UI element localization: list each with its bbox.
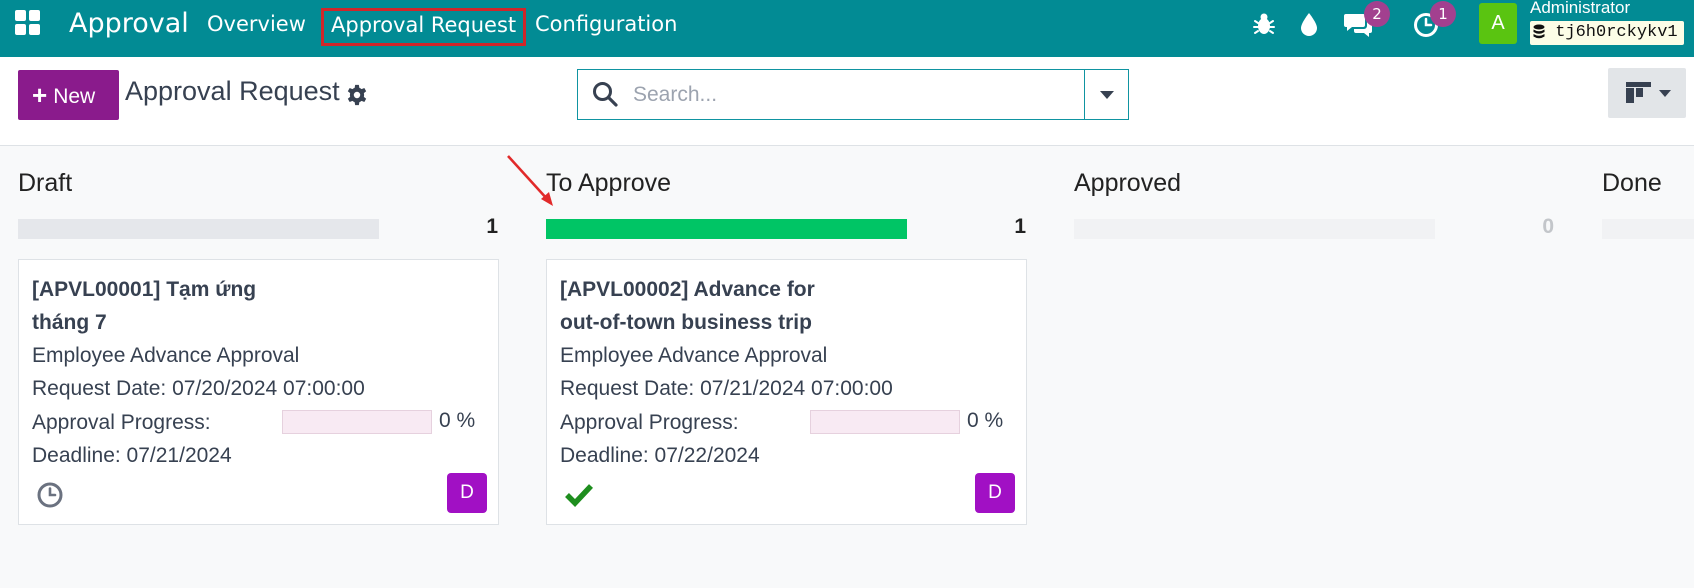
- menu-overview[interactable]: Overview: [207, 12, 306, 36]
- card-request-date: Request Date: 07/20/2024 07:00:00: [32, 377, 365, 400]
- card-assignee-avatar[interactable]: D: [447, 473, 487, 513]
- card-title-line1: [APVL00001] Tạm ứng: [32, 278, 257, 301]
- column-progress-to-approve[interactable]: [546, 219, 907, 239]
- column-progress-approved[interactable]: [1074, 219, 1435, 239]
- gear-icon[interactable]: [346, 84, 368, 106]
- column-progress-fill: [546, 219, 907, 239]
- new-button[interactable]: + New: [18, 70, 119, 120]
- column-title-done: Done: [1602, 169, 1662, 197]
- control-panel: + New Approval Request: [0, 57, 1694, 146]
- column-title-to-approve: To Approve: [546, 169, 672, 197]
- search-options-toggle[interactable]: [1084, 70, 1128, 119]
- search-input[interactable]: [633, 77, 1053, 112]
- plus-icon: +: [32, 80, 48, 110]
- new-button-label: New: [53, 85, 96, 108]
- card-title-line2: out-of-town business trip: [560, 311, 812, 334]
- database-icon: [1533, 24, 1545, 39]
- check-icon: [565, 484, 594, 507]
- kanban-view-icon: [1626, 82, 1651, 103]
- kanban-card[interactable]: [APVL00002] Advance for out-of-town busi…: [546, 259, 1027, 525]
- search-icon: [593, 82, 618, 107]
- card-progress-percent: 0 %: [439, 409, 476, 432]
- menu-configuration[interactable]: Configuration: [535, 12, 677, 36]
- card-title: [APVL00002] Advance for out-of-town busi…: [560, 273, 870, 339]
- card-title-line2: tháng 7: [32, 311, 107, 334]
- column-count-to-approve: 1: [1014, 215, 1026, 238]
- card-title: [APVL00001] Tạm ứng tháng 7: [32, 273, 342, 339]
- card-progress-percent: 0 %: [967, 409, 1004, 432]
- database-name-text: tj6h0rckykv1: [1555, 23, 1678, 42]
- clock-icon[interactable]: [36, 481, 64, 509]
- user-name[interactable]: Administrator: [1530, 0, 1630, 18]
- card-category: Employee Advance Approval: [32, 344, 300, 367]
- column-progress-draft[interactable]: [18, 219, 379, 239]
- activities-count-badge: 1: [1430, 1, 1456, 27]
- card-category: Employee Advance Approval: [560, 344, 828, 367]
- top-navbar: Approval Overview Approval Request Confi…: [0, 0, 1694, 57]
- app-name[interactable]: Approval: [69, 8, 189, 39]
- color-drop-icon[interactable]: [1299, 12, 1319, 36]
- search-bar: [577, 69, 1129, 120]
- card-request-date: Request Date: 07/21/2024 07:00:00: [560, 377, 893, 400]
- column-progress-done[interactable]: [1602, 219, 1694, 239]
- column-title-draft: Draft: [18, 169, 73, 197]
- card-assignee-avatar[interactable]: D: [975, 473, 1015, 513]
- messages-count-badge: 2: [1364, 1, 1390, 27]
- kanban-card[interactable]: [APVL00001] Tạm ứng tháng 7 Employee Adv…: [18, 259, 499, 525]
- card-title-line1: [APVL00002] Advance for: [560, 278, 815, 301]
- column-count-approved: 0: [1542, 215, 1554, 238]
- app-menu-grid-icon[interactable]: [15, 10, 43, 35]
- debug-bug-icon[interactable]: [1253, 12, 1275, 36]
- card-deadline: Deadline: 07/22/2024: [560, 444, 760, 467]
- page-title: Approval Request: [125, 76, 340, 106]
- card-progress-label: Approval Progress:: [32, 411, 211, 434]
- card-progress-bar: [282, 410, 432, 434]
- column-count-draft: 1: [486, 215, 498, 238]
- card-progress-label: Approval Progress:: [560, 411, 739, 434]
- view-switcher-button[interactable]: [1608, 68, 1686, 118]
- user-avatar[interactable]: A: [1479, 3, 1517, 44]
- column-title-approved: Approved: [1074, 169, 1182, 197]
- database-name: tj6h0rckykv1: [1530, 21, 1684, 45]
- card-deadline: Deadline: 07/21/2024: [32, 444, 232, 467]
- menu-approval-request[interactable]: Approval Request: [321, 8, 527, 46]
- chevron-down-icon: [1659, 90, 1671, 97]
- card-progress-bar: [810, 410, 960, 434]
